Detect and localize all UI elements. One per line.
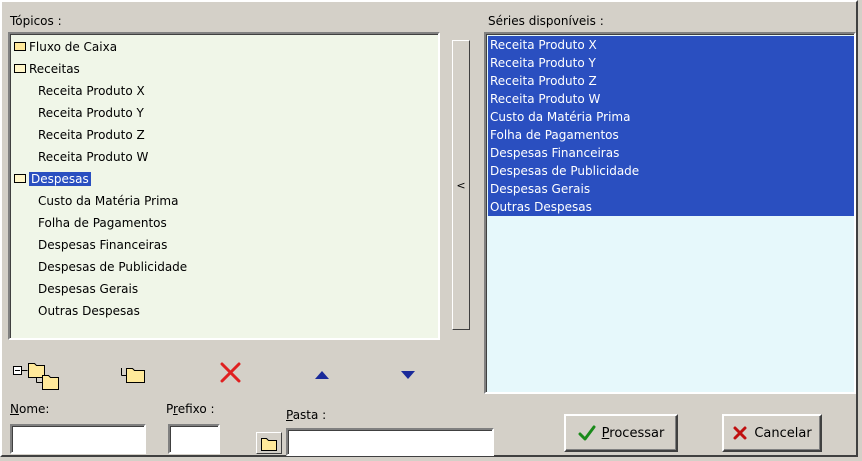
series-item[interactable]: Outras Despesas [488,198,854,216]
cancel-x-icon [733,426,747,440]
series-label: Séries disponíveis : [488,14,604,28]
tree-node[interactable]: Despesas Financeiras [38,236,167,254]
series-item[interactable]: Custo da Matéria Prima [488,108,854,126]
tree-node[interactable]: Fluxo de Caixa [14,38,117,56]
new-group-button[interactable] [12,356,72,390]
new-folder-icon [121,368,145,383]
move-down-button[interactable] [398,364,418,384]
tree-node[interactable]: Receita Produto Z [38,126,145,144]
series-list[interactable]: Receita Produto X Receita Produto Y Receit… [484,32,856,394]
pasta-label-text: asta : [292,408,327,422]
series-item[interactable]: Receita Produto Y [488,54,854,72]
tree-node-label: Custo da Matéria Prima [38,194,179,208]
tree-node[interactable]: Receita Produto X [38,82,145,100]
tree-node-label: Receita Produto W [38,150,149,164]
pasta-label: Pasta : [286,408,327,422]
tree-node[interactable]: Custo da Matéria Prima [38,192,178,210]
tree-node[interactable]: Receitas [14,60,80,78]
nome-input[interactable] [10,424,146,454]
folder-icon [261,438,277,451]
delete-x-icon [220,362,241,383]
move-left-button[interactable]: < [452,40,470,330]
folder-open-icon [14,174,26,183]
prefixo-input[interactable] [168,424,220,454]
tree-node-label: Folha de Pagamentos [38,216,167,230]
new-folder-button[interactable] [118,362,152,388]
arrow-up-icon [315,371,329,379]
series-item[interactable]: Receita Produto Z [488,72,854,90]
tree-node[interactable]: Despesas Gerais [38,280,138,298]
nome-label-text: ome: [18,402,50,416]
move-up-button[interactable] [312,364,332,384]
new-folder-tree-icon [13,363,59,390]
series-item[interactable]: Despesas Financeiras [488,144,854,162]
nome-label: Nome: [10,402,50,416]
delete-button[interactable] [218,360,244,386]
cancelar-label: Cancelar [754,425,812,441]
pasta-input[interactable] [286,428,494,456]
tree-node[interactable]: Despesas [14,170,91,188]
prefixo-label: Prefixo : [166,402,215,416]
tree-node[interactable]: Receita Produto W [38,148,148,166]
tree-node-label: Fluxo de Caixa [29,40,118,54]
folder-open-icon [14,64,26,73]
processar-label: Processar [601,425,665,441]
processar-button[interactable]: Processar [564,414,678,452]
tree-node-label: Despesas de Publicidade [38,260,188,274]
series-item[interactable]: Folha de Pagamentos [488,126,854,144]
folder-icon [14,42,26,51]
topics-tree[interactable]: Fluxo de Caixa Receitas Receita Produto X R… [8,32,440,340]
tree-node-label: Despesas [29,172,91,186]
topics-label: Tópicos : [10,14,62,28]
tree-node[interactable]: Despesas de Publicidade [38,258,187,276]
series-item[interactable]: Receita Produto X [488,36,854,54]
browse-folder-button[interactable] [256,432,282,454]
cancelar-button[interactable]: Cancelar [722,414,822,452]
tree-node[interactable]: Receita Produto Y [38,104,144,122]
tree-node-label: Receita Produto Z [38,128,145,142]
series-item[interactable]: Receita Produto W [488,90,854,108]
series-item[interactable]: Despesas de Publicidade [488,162,854,180]
tree-node-label: Despesas Gerais [38,282,139,296]
tree-node-label: Outras Despesas [38,304,140,318]
checkmark-icon [578,425,596,441]
tree-node[interactable]: Outras Despesas [38,302,140,320]
tree-node-label: Receita Produto Y [38,106,144,120]
tree-node-label: Receitas [29,62,80,76]
prefixo-label-text: efixo : [177,402,215,416]
arrow-down-icon [401,371,415,379]
tree-node-label: Receita Produto X [38,84,145,98]
tree-node[interactable]: Folha de Pagamentos [38,214,167,232]
series-item[interactable]: Despesas Gerais [488,180,854,198]
tree-node-label: Despesas Financeiras [38,238,168,252]
